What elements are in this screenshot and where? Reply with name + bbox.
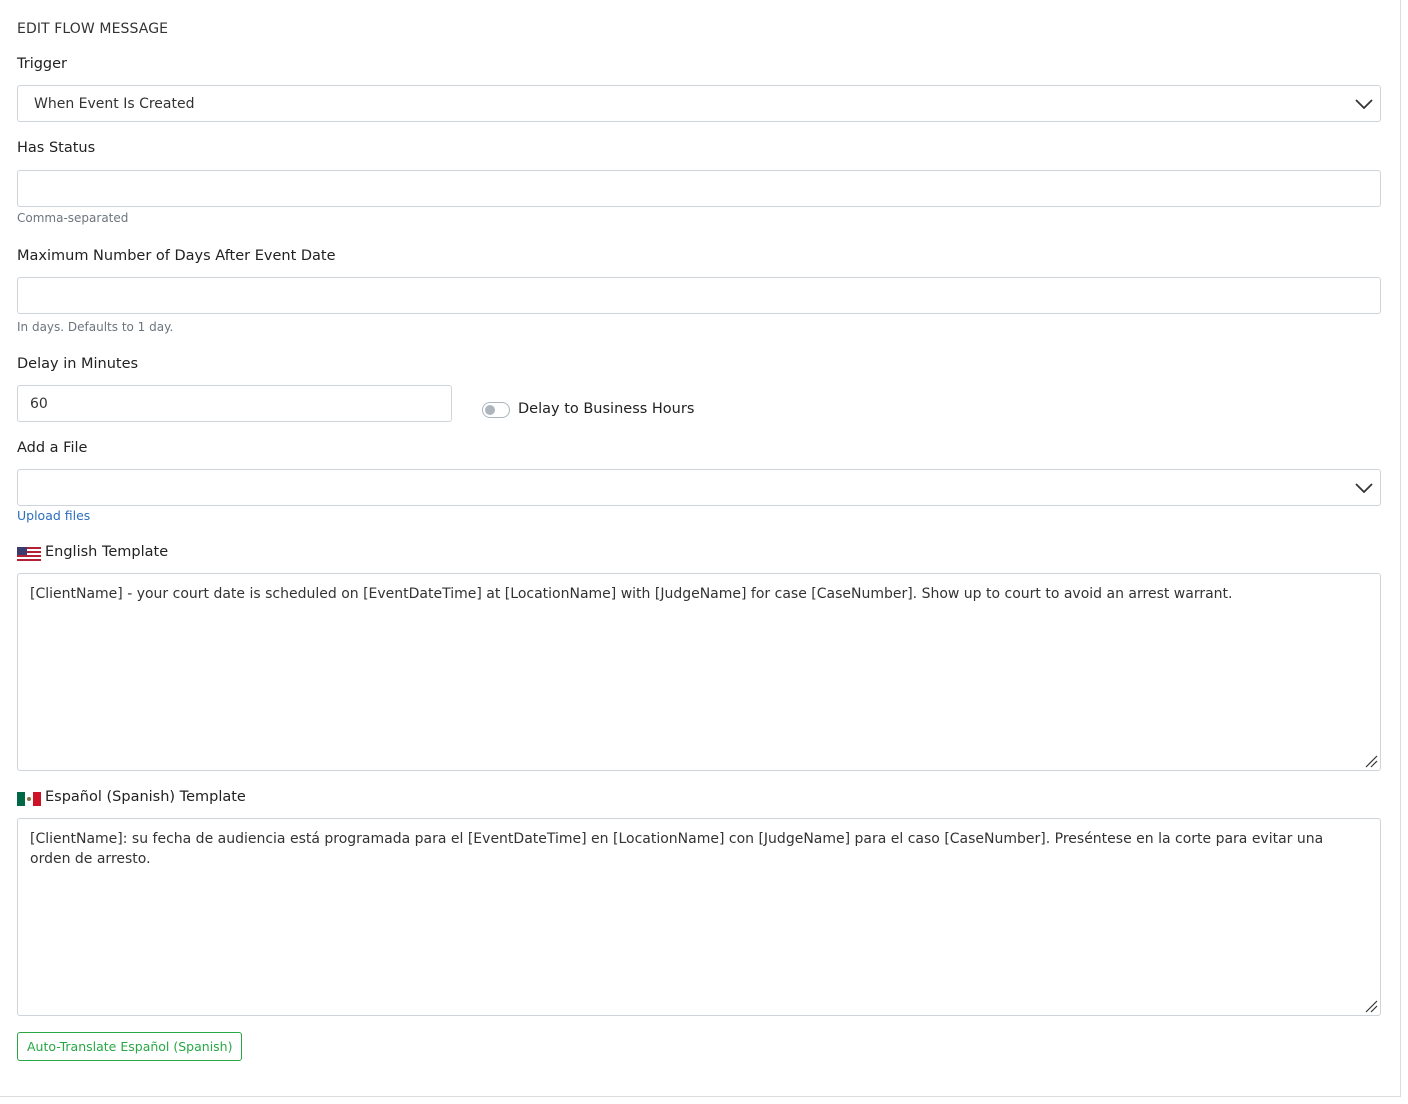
mx-flag-icon (17, 792, 41, 806)
spanish-template-text: [ClientName]: su fecha de audiencia está… (30, 831, 1328, 867)
edit-flow-message-panel: EDIT FLOW MESSAGE Trigger When Event Is … (0, 0, 1401, 1097)
chevron-down-icon (1355, 98, 1373, 109)
file-select[interactable] (17, 469, 1381, 506)
delay-minutes-input[interactable]: 60 (17, 385, 452, 422)
max-days-help: In days. Defaults to 1 day. (17, 320, 174, 334)
english-template-text: [ClientName] - your court date is schedu… (30, 586, 1233, 602)
english-template-label: English Template (45, 544, 169, 560)
file-label: Add a File (17, 440, 88, 456)
has-status-help: Comma-separated (17, 211, 129, 225)
upload-files-link[interactable]: Upload files (17, 508, 90, 523)
trigger-select[interactable]: When Event Is Created (17, 85, 1381, 122)
delay-minutes-value: 60 (30, 395, 48, 412)
business-hours-label: Delay to Business Hours (518, 401, 695, 417)
business-hours-toggle[interactable] (482, 402, 510, 418)
has-status-label: Has Status (17, 140, 96, 156)
toggle-knob (485, 405, 495, 415)
form-title: EDIT FLOW MESSAGE (17, 21, 169, 37)
max-days-input[interactable] (17, 277, 1381, 314)
resize-handle-icon[interactable] (1364, 999, 1378, 1013)
english-template-textarea[interactable]: [ClientName] - your court date is schedu… (17, 573, 1381, 771)
auto-translate-button[interactable]: Auto-Translate Español (Spanish) (17, 1032, 243, 1061)
trigger-select-value: When Event Is Created (34, 95, 195, 112)
has-status-input[interactable] (17, 170, 1381, 207)
max-days-label: Maximum Number of Days After Event Date (17, 248, 336, 264)
spanish-template-label: Español (Spanish) Template (45, 789, 246, 805)
us-flag-icon (17, 547, 41, 561)
trigger-label: Trigger (17, 56, 68, 72)
resize-handle-icon[interactable] (1364, 754, 1378, 768)
delay-label: Delay in Minutes (17, 356, 139, 372)
spanish-template-textarea[interactable]: [ClientName]: su fecha de audiencia está… (17, 818, 1381, 1016)
chevron-down-icon (1355, 482, 1373, 493)
